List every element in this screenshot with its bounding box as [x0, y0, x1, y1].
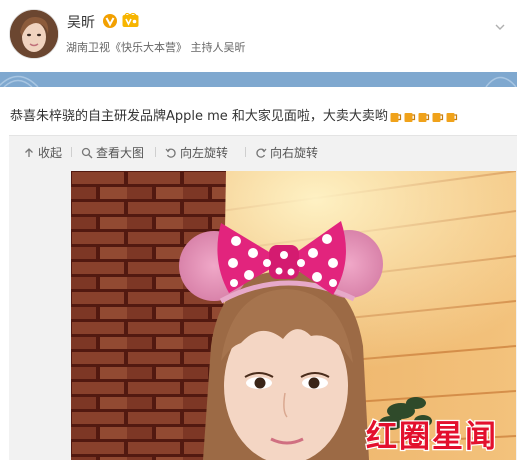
user-name[interactable]: 吴昕 — [67, 12, 95, 32]
beer-emoji-icon — [404, 111, 416, 122]
rotate-left-icon — [165, 147, 176, 158]
view-large-button[interactable]: 查看大图 — [81, 144, 144, 161]
watermark-logo: 红圈星闻 — [365, 418, 498, 456]
magnifier-icon — [81, 147, 93, 158]
post-header: 吴昕 湖南卫视《快乐大本营》 主持人吴昕 — [0, 0, 517, 72]
rotate-left-button[interactable]: 向左旋转 — [165, 144, 228, 161]
collapse-label: 收起 — [38, 146, 63, 160]
user-description: 湖南卫视《快乐大本营》 主持人吴昕 — [66, 39, 246, 55]
rotate-right-icon — [256, 147, 267, 158]
beer-emoji-icon — [418, 111, 430, 122]
rotate-left-label: 向左旋转 — [180, 146, 229, 160]
avatar[interactable] — [9, 9, 59, 59]
image-toolbar: 收起 查看大图 向左旋转 向右旋转 — [9, 136, 517, 168]
toolbar-divider — [155, 147, 156, 157]
svg-text:红圈星闻: 红圈星闻 — [366, 419, 498, 455]
post-content: 恭喜朱梓骁的自主研发品牌Apple me 和大家见面啦，大卖大卖哟 — [10, 105, 459, 127]
arrow-up-icon — [25, 147, 33, 157]
collapse-button[interactable]: 收起 — [23, 144, 62, 161]
toolbar-divider — [71, 147, 72, 157]
show-link[interactable]: 《快乐大本营》 — [110, 41, 187, 54]
rotate-right-button[interactable]: 向右旋转 — [255, 144, 318, 161]
desc-suffix: 主持人吴昕 — [190, 41, 246, 54]
beer-emoji-icon — [390, 111, 402, 122]
vip-level-icon — [122, 13, 139, 27]
post-text: 恭喜朱梓骁的自主研发品牌Apple me 和大家见面啦，大卖大卖哟 — [10, 109, 388, 124]
desc-prefix: 湖南卫视 — [66, 41, 110, 54]
media-panel: 收起 查看大图 向左旋转 向右旋转 — [9, 135, 517, 460]
toolbar-divider — [245, 147, 246, 157]
view-large-label: 查看大图 — [96, 146, 145, 160]
beer-emoji-icon — [432, 111, 444, 122]
verified-badge-icon — [103, 14, 117, 28]
chevron-down-icon[interactable] — [495, 22, 505, 32]
beer-emoji-icon — [446, 111, 458, 122]
rotate-right-label: 向右旋转 — [270, 146, 319, 160]
emoji-row — [389, 110, 459, 127]
section-divider — [0, 72, 517, 87]
